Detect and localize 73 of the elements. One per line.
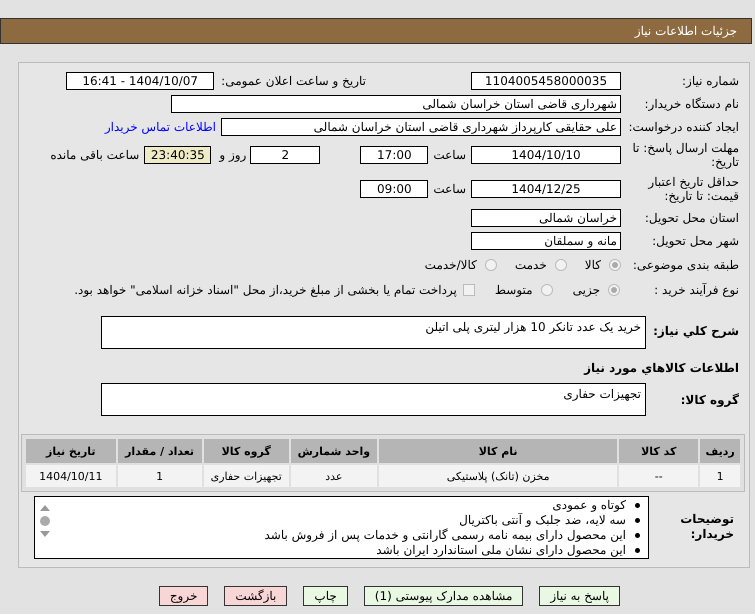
field-label: شرح کلي نياز: — [652, 323, 739, 338]
column-header: کد کالا — [619, 439, 698, 463]
note-item: کوتاه و عمودی — [552, 498, 626, 513]
option-label: متوسط — [494, 283, 533, 297]
input-field[interactable]: 17:00 — [360, 146, 428, 164]
column-header: نام کالا — [378, 439, 618, 463]
option-label: کالا/خدمت — [424, 258, 477, 272]
field-label: نوع فرآیند خرید : — [653, 283, 739, 297]
bullet-icon — [635, 533, 640, 538]
input-field[interactable]: 1404/10/10 — [471, 146, 621, 164]
table-cell: عدد — [290, 465, 377, 487]
radio-button[interactable] — [608, 284, 620, 296]
table-cell: 1 — [700, 465, 740, 487]
button[interactable]: چاپ — [303, 586, 348, 606]
table-cell: -- — [619, 465, 698, 487]
column-header: تاریخ نیاز — [26, 439, 116, 463]
countdown-field: 23:40:35 — [144, 146, 212, 164]
column-header: گروه کالا — [204, 439, 289, 463]
bullet-icon — [635, 503, 640, 508]
radio-button[interactable] — [540, 284, 553, 296]
column-header: واحد شمارش — [290, 439, 377, 463]
input-field[interactable]: 2 — [250, 146, 320, 164]
input-field[interactable]: خراسان شمالی — [471, 208, 621, 226]
checkbox[interactable] — [462, 284, 475, 296]
field-label: توضیحات خریدار: — [679, 511, 735, 542]
field-label: شهر محل تحویل: — [651, 234, 739, 248]
field-label: ساعت — [433, 148, 466, 162]
option-label: جزیی — [572, 283, 600, 297]
table-cell: مخزن (تانک) پلاستیکی — [378, 465, 618, 487]
text-area[interactable]: تجهیزات حفاری — [101, 383, 646, 416]
radio-button[interactable] — [609, 259, 621, 271]
bullet-icon — [635, 548, 640, 553]
field-label: گروه کالا: — [680, 392, 739, 407]
field-label: استان محل تحویل: — [644, 210, 739, 224]
input-field[interactable]: 09:00 — [360, 180, 428, 198]
text-area[interactable]: خرید یک عدد تانکر 10 هزار لیتری پلی اتیلن — [101, 316, 646, 349]
table-cell: 1404/10/11 — [26, 465, 116, 487]
input-field[interactable]: علی حقایقی کارپرداز شهرداری قاضی استان خراسان شمالی — [221, 118, 621, 136]
input-field[interactable]: شهرداری قاضی استان خراسان شمالی — [171, 94, 621, 112]
field-label: تاریخ و ساعت اعلان عمومی: — [221, 74, 366, 88]
column-header: ردیف — [700, 439, 740, 463]
field-label: حداقل تاریخ اعتبار قیمت: تا تاریخ: — [646, 175, 739, 203]
field-label: ساعت — [433, 182, 466, 196]
table-cell: 1 — [118, 465, 202, 487]
field-label: مهلت ارسال پاسخ: تا تاریخ: — [631, 141, 739, 169]
field-label: شماره نیاز: — [681, 74, 739, 88]
field-label: ایجاد کننده درخواست: — [627, 120, 739, 134]
section-heading: اطلاعات کالاهاي مورد نياز — [582, 361, 739, 375]
input-field[interactable]: 1104005458000035 — [471, 72, 621, 90]
option-label: کالا — [584, 258, 601, 272]
option-label: خدمت — [514, 258, 547, 272]
table-cell: تجهیزات حفاری — [204, 465, 289, 487]
field-label: ساعت باقی مانده — [50, 148, 140, 162]
option-label: پرداخت تمام یا بخشی از مبلغ خرید،از محل "اسناد خزانه اسلامی" خواهد بود. — [74, 283, 457, 297]
note-item: این محصول دارای نشان ملی استاندارد ایران باشد — [376, 543, 626, 558]
note-item: سه لایه، ضد جلبک و آنتی باکتریال — [459, 513, 626, 528]
button[interactable]: پاسخ به نیاز — [539, 586, 620, 606]
button[interactable]: بازگشت — [224, 586, 288, 606]
button[interactable]: مشاهده مدارک پیوستی (1) — [364, 586, 524, 606]
input-field[interactable]: 1404/12/25 — [471, 180, 621, 198]
radio-button[interactable] — [554, 259, 567, 271]
field-label: روز و — [219, 148, 246, 162]
input-field[interactable]: 1404/10/07 - 16:41 — [66, 72, 214, 90]
input-field[interactable]: مانه و سملقان — [471, 232, 621, 250]
radio-button[interactable] — [484, 259, 497, 271]
contact-link[interactable]: اطلاعات تماس خریدار — [104, 120, 216, 134]
note-item: این محصول دارای بیمه نامه رسمی گارانتی و خدمات پس از فروش باشد — [264, 528, 626, 543]
field-label: نام دستگاه خریدار: — [644, 96, 739, 110]
bullet-icon — [635, 518, 640, 523]
column-header: تعداد / مقدار — [118, 439, 202, 463]
page-title: جزئیات اطلاعات نیاز — [634, 24, 737, 38]
button[interactable]: خروج — [158, 586, 208, 606]
field-label: طبقه بندی موضوعی: — [632, 258, 739, 272]
